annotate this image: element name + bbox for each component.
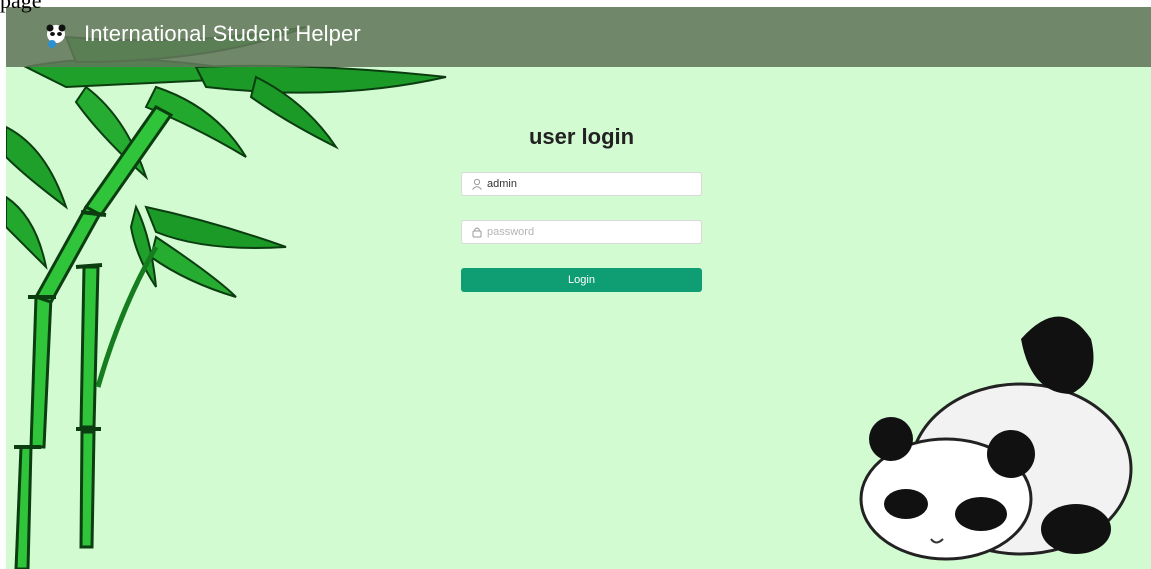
password-input[interactable] [487, 226, 687, 238]
password-field[interactable] [461, 220, 702, 244]
app-title: International Student Helper [84, 21, 361, 46]
panda-illustration [859, 316, 1133, 561]
username-field[interactable] [461, 172, 702, 196]
lock-icon [472, 227, 482, 238]
username-input[interactable] [487, 178, 687, 190]
panda-logo-icon [46, 24, 66, 48]
login-title: user login [528, 124, 635, 149]
login-button[interactable]: Login [461, 268, 702, 292]
bamboo-illustration [6, 26, 447, 569]
app-header: International Student Helper [6, 7, 1151, 67]
user-icon [472, 178, 482, 190]
app-window: International Student Helper user login … [6, 7, 1151, 569]
page-tab-label: page [0, 0, 42, 13]
